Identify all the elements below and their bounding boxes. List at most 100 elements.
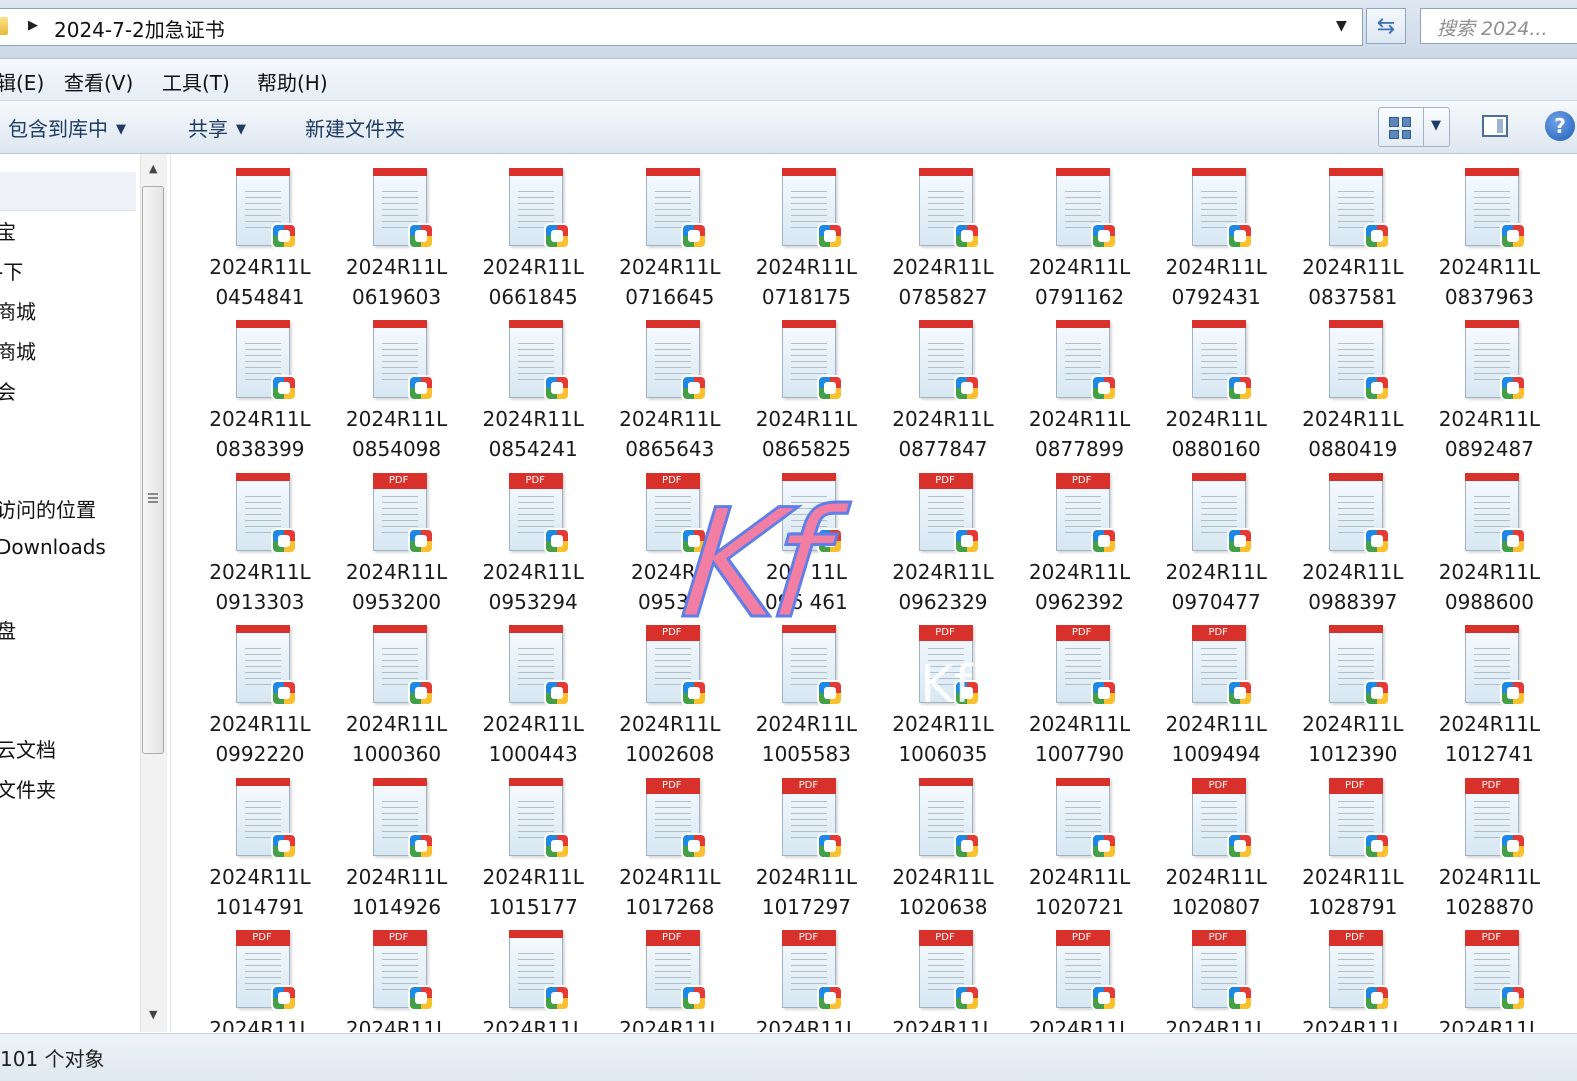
file-item[interactable]: PDF 2024R11L 1020807 xyxy=(1148,764,1284,919)
file-item[interactable]: PDF 2024R11L0792431 xyxy=(1148,154,1284,309)
refresh-button[interactable]: ⇆ xyxy=(1366,8,1406,44)
file-item[interactable]: PDF 2024R11L0718175 xyxy=(738,154,874,309)
file-item[interactable]: PDF 2024R11L0988397 xyxy=(1285,459,1421,614)
file-item[interactable]: PDF 2024R11L xyxy=(1421,916,1557,1032)
file-item[interactable]: PDF 2024R11L 0962392 xyxy=(1012,459,1148,614)
breadcrumb-arrow-icon[interactable]: ▶ xyxy=(28,18,38,33)
wps-pdf-app-icon xyxy=(271,223,297,249)
file-item[interactable]: PDF 2024R11L0619603 xyxy=(329,154,465,309)
file-item[interactable]: PDF 2024R11L0988600 xyxy=(1421,459,1557,614)
file-item[interactable]: PDF 2024R11L1000443 xyxy=(465,611,601,766)
file-item[interactable]: PDF 2024R11L0837581 xyxy=(1285,154,1421,309)
nav-item-downloads[interactable]: Downloads xyxy=(0,535,106,559)
file-item[interactable]: PDF 2024R11L1000360 xyxy=(329,611,465,766)
scroll-up-icon[interactable]: ▲ xyxy=(149,162,157,175)
file-item[interactable]: PDF 2024R11L 0953294 xyxy=(465,459,601,614)
file-item[interactable]: PDF 2024R11L0880160 xyxy=(1148,306,1284,461)
pdf-header-band: PDF xyxy=(1465,472,1520,481)
file-item[interactable]: PDF 2024R11L0913303 xyxy=(192,459,328,614)
file-item[interactable]: PDF 2024R11L 1017297 xyxy=(738,764,874,919)
file-item[interactable]: PDF 2024R11L1012390 xyxy=(1285,611,1421,766)
file-item[interactable]: PDF 2024R11L0785827 xyxy=(875,154,1011,309)
file-item[interactable]: PDF 2024R11L xyxy=(602,916,738,1032)
file-item[interactable]: PDF 2024R11L1012741 xyxy=(1421,611,1557,766)
menu-edit[interactable]: 辑(E) xyxy=(0,67,44,96)
include-in-library-button[interactable]: 包含到库中 ▼ xyxy=(8,113,126,142)
file-item[interactable]: PDF 2024R11L xyxy=(329,916,465,1032)
nav-item[interactable]: 文件夹 xyxy=(0,774,56,803)
wps-pdf-app-icon xyxy=(1363,527,1390,554)
pdf-header-band: PDF xyxy=(919,625,973,642)
nav-item[interactable]: 宝 xyxy=(0,216,16,245)
scroll-down-icon[interactable]: ▼ xyxy=(149,1008,157,1021)
wps-pdf-app-icon xyxy=(1090,985,1117,1011)
view-button-divider xyxy=(1423,108,1424,146)
nav-scrollbar[interactable]: ▲ ▼ xyxy=(140,154,167,1032)
file-item[interactable]: PDF 2024R11L xyxy=(465,916,601,1032)
file-item[interactable]: PDF 2024R11L xyxy=(192,916,328,1032)
file-item[interactable]: PDF 2024R11L 1009494 xyxy=(1148,611,1284,766)
file-item[interactable]: PDF 2024R11L 0953200 xyxy=(329,459,465,614)
menu-tools[interactable]: 工具(T) xyxy=(162,67,230,96)
file-item[interactable]: PDF 2024R11L0454841 xyxy=(192,154,328,309)
file-item[interactable]: PDF 2024R11L1014926 xyxy=(329,764,465,919)
command-bar: 包含到库中 ▼ 共享 ▼ 新建文件夹 ▼ ? xyxy=(0,101,1577,154)
new-folder-button[interactable]: 新建文件夹 xyxy=(305,113,405,142)
file-item[interactable]: PDF 2024R11L1020721 xyxy=(1012,764,1148,919)
help-icon[interactable]: ? xyxy=(1545,111,1575,141)
file-item[interactable]: PDF 2024R11L 1007790 xyxy=(1012,611,1148,766)
file-item[interactable]: PDF 2024R11L0838399 xyxy=(192,306,328,461)
file-item[interactable]: PDF 2024R11L xyxy=(875,916,1011,1032)
file-item[interactable]: PDF 2024R11L0865643 xyxy=(602,306,738,461)
file-item[interactable]: PDF 2024R11L1020638 xyxy=(875,764,1011,919)
address-field[interactable]: ▶ 2024-7-2加急证书 ▼ xyxy=(0,8,1363,46)
file-item[interactable]: PDF 2024R11L1015177 xyxy=(465,764,601,919)
file-item[interactable]: PDF 2024R11L0865825 xyxy=(738,306,874,461)
nav-item[interactable]: -下 xyxy=(0,256,23,285)
file-item[interactable]: PDF 2024R11L0791162 xyxy=(1012,154,1148,309)
scrollbar-thumb[interactable] xyxy=(142,186,164,754)
file-item[interactable]: PDF 2024R11L 1017268 xyxy=(602,764,738,919)
preview-pane-icon[interactable] xyxy=(1482,115,1508,137)
file-item[interactable]: PDF 2024R11L0837963 xyxy=(1421,154,1557,309)
file-list-area[interactable]: PDF 2024R11L0454841 PDF 2024R11L0619603 PDF 2… xyxy=(172,154,1577,1032)
menu-help[interactable]: 帮助(H) xyxy=(257,67,328,96)
file-item[interactable]: PDF 2024R11L xyxy=(738,916,874,1032)
breadcrumb-current-folder[interactable]: 2024-7-2加急证书 xyxy=(54,14,225,43)
pdf-header-band: PDF xyxy=(1055,625,1110,642)
nav-item[interactable]: 会 xyxy=(0,376,16,405)
file-item[interactable]: PDF 2024R11L1014791 xyxy=(192,764,328,919)
nav-selected-item[interactable] xyxy=(0,172,136,211)
file-item[interactable]: PDF 2024R11L0880419 xyxy=(1285,306,1421,461)
file-item[interactable]: PDF 2024R11L 1028870 xyxy=(1421,764,1557,919)
wps-pdf-app-icon xyxy=(817,527,844,554)
file-name: 2024R11L 1015177 xyxy=(465,862,601,922)
file-item[interactable]: PDF 2024R11L0992220 xyxy=(192,611,328,766)
file-item[interactable]: PDF 2024R11L 0962329 xyxy=(875,459,1011,614)
nav-item[interactable]: 商城 xyxy=(0,336,36,365)
file-item[interactable]: PDF 2024R11L0892487 xyxy=(1421,306,1557,461)
file-item[interactable]: PDF 2024R11L0716645 xyxy=(602,154,738,309)
file-name: 2024R11L xyxy=(1421,1014,1557,1032)
file-item[interactable]: PDF 2024R11L0854241 xyxy=(465,306,601,461)
nav-item[interactable]: 商城 xyxy=(0,296,36,325)
file-item[interactable]: PDF 2024R11L0661845 xyxy=(465,154,601,309)
view-options-chevron-icon[interactable]: ▼ xyxy=(1431,118,1441,133)
file-name-line1: 2024R11L xyxy=(482,712,584,737)
file-item[interactable]: PDF 2024R11L0854098 xyxy=(329,306,465,461)
menu-view[interactable]: 查看(V) xyxy=(64,67,133,96)
search-input[interactable]: 搜索 2024... xyxy=(1420,8,1577,44)
nav-item-recent-places[interactable]: 访问的位置 xyxy=(0,494,96,523)
file-item[interactable]: PDF 2024R11L xyxy=(1148,916,1284,1032)
address-history-dropdown-icon[interactable]: ▼ xyxy=(1336,18,1347,34)
nav-item[interactable]: 云文档 xyxy=(0,734,56,763)
file-item[interactable]: PDF 2024R11L xyxy=(1285,916,1421,1032)
file-item[interactable]: PDF 2024R11L0877899 xyxy=(1012,306,1148,461)
file-item[interactable]: PDF 2024R11L0970477 xyxy=(1148,459,1284,614)
file-item[interactable]: PDF 2024R11L xyxy=(1012,916,1148,1032)
nav-item[interactable]: 盘 xyxy=(0,615,16,644)
file-item[interactable]: PDF 2024R11L0877847 xyxy=(875,306,1011,461)
share-button[interactable]: 共享 ▼ xyxy=(188,113,246,142)
change-view-button[interactable]: ▼ xyxy=(1378,107,1450,147)
file-item[interactable]: PDF 2024R11L 1028791 xyxy=(1285,764,1421,919)
